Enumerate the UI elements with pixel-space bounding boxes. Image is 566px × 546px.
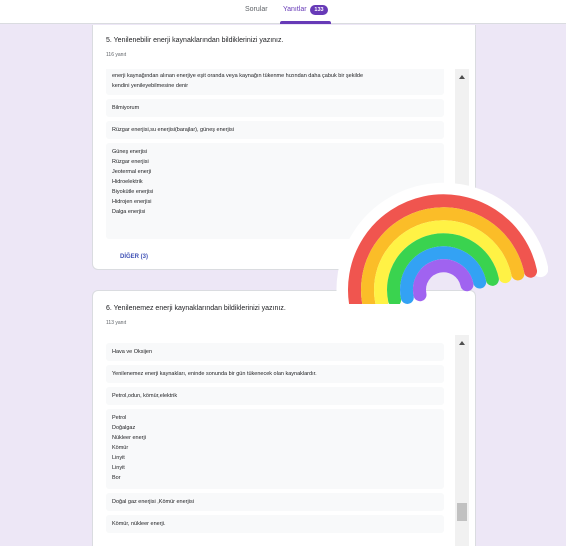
answer-line: Hava ve Oksijen — [112, 349, 153, 355]
answer-item: Yenilenemez enerji kaynakları, eninde so… — [106, 365, 444, 383]
answer-line: Linyit — [112, 465, 125, 471]
answer-item: Petrol,odun, kömür,elektrik — [106, 387, 444, 405]
answer-line: enerji kaynağından alınan enerjiye eşit … — [112, 73, 364, 79]
answer-line: Doğal gaz enerjisi ,Kömür enerjisi — [112, 499, 194, 505]
answer-line: Güneş enerjisi — [112, 149, 148, 155]
more-answers-link[interactable]: DİĞER (3) — [120, 254, 148, 260]
scroll-thumb[interactable] — [457, 503, 467, 521]
active-tab-indicator — [280, 21, 331, 24]
top-tab-bar: Sorular Yanıtlar 133 — [0, 0, 566, 24]
question-title: 6. Yenilenemez enerji kaynaklarından bil… — [106, 305, 286, 312]
answer-line: Kömür — [112, 445, 129, 451]
responses-count-badge: 133 — [310, 5, 328, 15]
answer-line: Nükleer enerji — [112, 435, 146, 441]
answer-item: Hava ve Oksijen — [106, 343, 444, 361]
answer-line: Bilmiyorum — [112, 105, 140, 111]
answers-scrollbar[interactable] — [455, 335, 469, 546]
answer-item: Bilmiyorum — [106, 99, 444, 117]
question-card-6: 6. Yenilenemez enerji kaynaklarından bil… — [92, 290, 476, 546]
answer-item: Rüzgar enerjisi,su enerjisi(barajlar), g… — [106, 121, 444, 139]
answer-line: Linyit — [112, 455, 125, 461]
answer-item: Kömür, nükleer enerji. — [106, 515, 444, 533]
answer-line: Petrol — [112, 415, 127, 421]
response-count: 116 yanıt — [106, 52, 127, 58]
answer-line: Yenilenemez enerji kaynakları, eninde so… — [112, 371, 317, 377]
answer-line: kendini yenileyebilmesine denir — [112, 83, 189, 89]
answer-line: Rüzgar enerjisi,su enerjisi(barajlar), g… — [112, 127, 234, 133]
answer-item: Petrol Doğalgaz Nükleer enerji Kömür Lin… — [106, 409, 444, 489]
scroll-up-arrow-icon[interactable] — [459, 341, 465, 345]
answer-list[interactable]: Hava ve Oksijen Yenilenemez enerji kayna… — [106, 332, 444, 546]
tab-questions[interactable]: Sorular — [245, 6, 268, 13]
scroll-up-arrow-icon[interactable] — [459, 75, 465, 79]
answer-item: Doğal gaz enerjisi ,Kömür enerjisi — [106, 493, 444, 511]
answer-line: Kömür, nükleer enerji. — [112, 521, 166, 527]
rainbow-sticker-icon — [336, 182, 548, 304]
response-count: 113 yanıt — [106, 320, 127, 326]
tab-responses[interactable]: Yanıtlar — [283, 6, 307, 13]
answer-line: Rüzgar enerjisi — [112, 159, 149, 165]
answer-line: Bor — [112, 475, 121, 481]
answer-item: enerji kaynağından alınan enerjiye eşit … — [106, 69, 444, 95]
question-title: 5. Yenilenebilir enerji kaynaklarından b… — [106, 37, 284, 44]
answer-line: Petrol,odun, kömür,elektrik — [112, 393, 178, 399]
answer-line: Doğalgaz — [112, 425, 136, 431]
